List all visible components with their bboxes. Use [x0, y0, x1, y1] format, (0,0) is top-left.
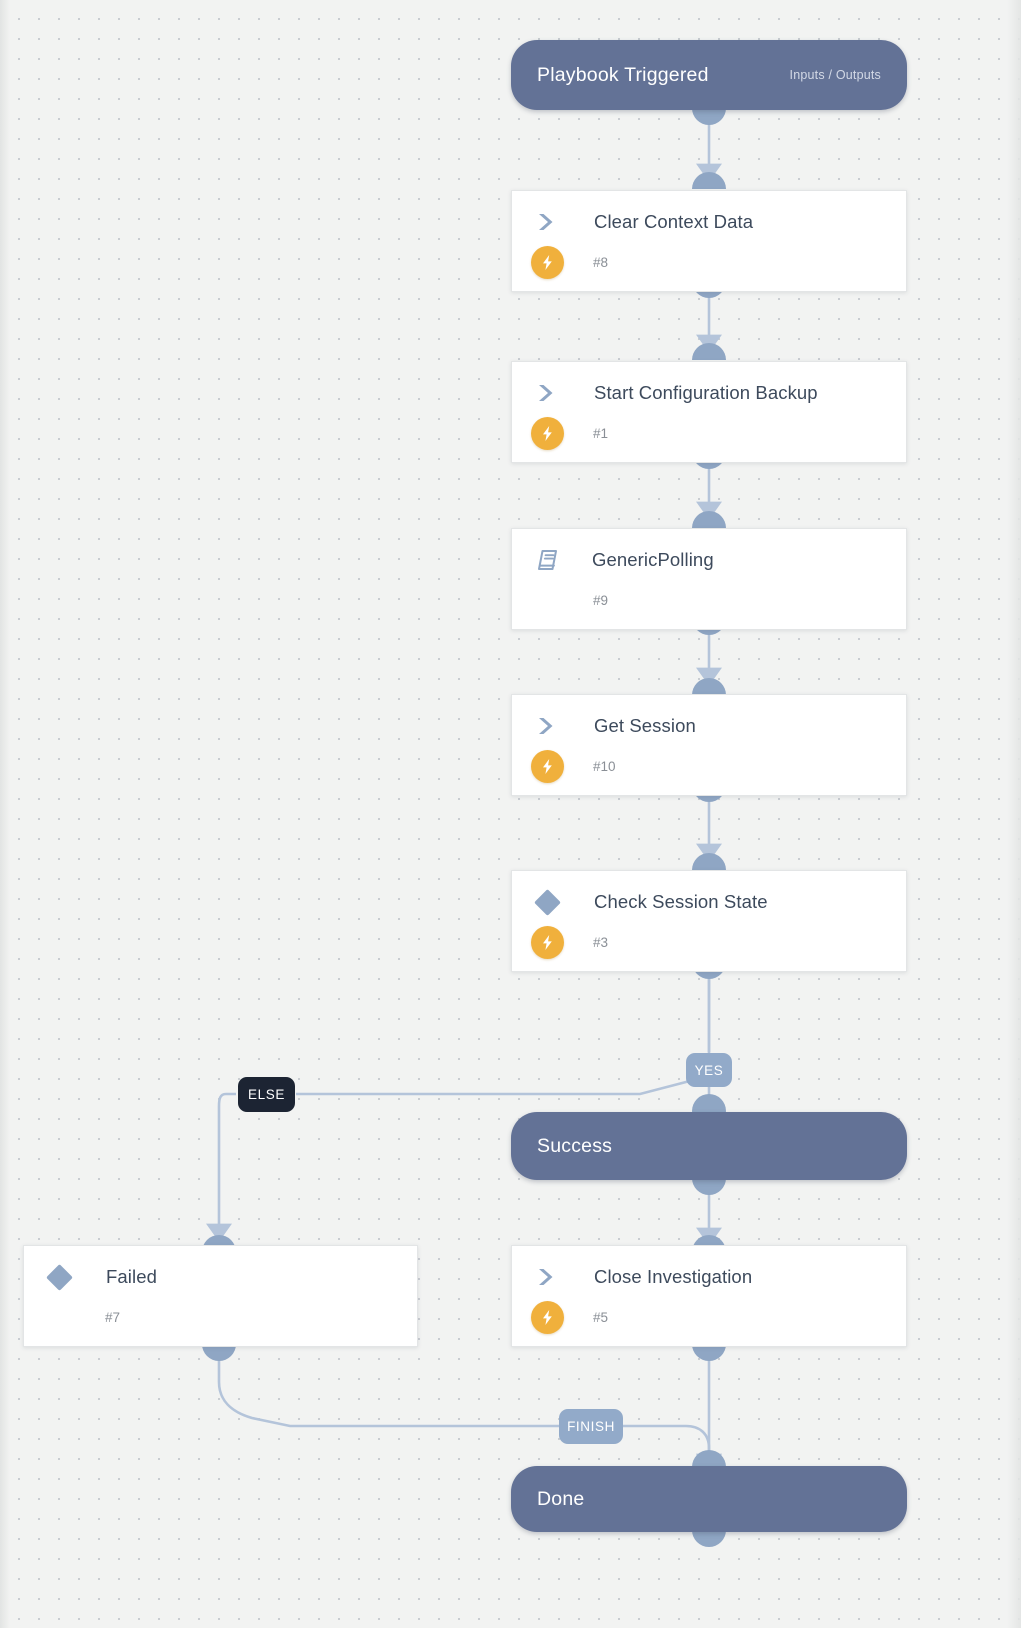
- edge-label-else[interactable]: ELSE: [238, 1077, 295, 1112]
- node-check-session-state[interactable]: Check Session State #3: [511, 870, 907, 972]
- node-number: #10: [593, 758, 616, 774]
- edge-label-yes[interactable]: YES: [686, 1053, 732, 1087]
- node-number: #3: [593, 934, 609, 950]
- bolt-placeholder: [531, 584, 564, 617]
- node-done[interactable]: Done: [511, 1466, 907, 1532]
- node-clear-context-data[interactable]: Clear Context Data #8: [511, 190, 907, 292]
- node-success[interactable]: Success: [511, 1112, 907, 1180]
- node-title: GenericPolling: [592, 549, 714, 570]
- edge-label-text: FINISH: [567, 1419, 615, 1434]
- edge-label-text: ELSE: [248, 1087, 285, 1102]
- node-start-configuration-backup[interactable]: Start Configuration Backup #1: [511, 361, 907, 463]
- automated-bolt-icon: [531, 1300, 564, 1334]
- card-footer: #5: [512, 1288, 906, 1346]
- node-title: Failed: [106, 1266, 157, 1287]
- edge-label-text: YES: [694, 1062, 724, 1078]
- card-footer: #8: [512, 233, 906, 291]
- node-title: Start Configuration Backup: [594, 382, 818, 403]
- card-footer: #9: [512, 571, 906, 629]
- node-title: Get Session: [594, 715, 696, 736]
- bolt-placeholder: [43, 1301, 76, 1334]
- node-number: #9: [593, 592, 609, 608]
- node-number: #8: [593, 254, 609, 270]
- node-failed[interactable]: Failed #7: [23, 1245, 418, 1347]
- node-generic-polling[interactable]: GenericPolling #9: [511, 528, 907, 630]
- inputs-outputs-label[interactable]: Inputs / Outputs: [790, 68, 881, 82]
- card-footer: #3: [512, 913, 906, 971]
- node-close-investigation[interactable]: Close Investigation #5: [511, 1245, 907, 1347]
- automated-bolt-icon: [531, 925, 564, 959]
- card-footer: #1: [512, 404, 906, 462]
- automated-bolt-icon: [531, 416, 564, 450]
- node-title: Playbook Triggered: [537, 63, 709, 86]
- node-number: #1: [593, 425, 609, 441]
- node-playbook-triggered[interactable]: Playbook Triggered Inputs / Outputs: [511, 40, 907, 110]
- node-title: Check Session State: [594, 891, 768, 912]
- card-footer: #10: [512, 737, 906, 795]
- node-title: Clear Context Data: [594, 211, 754, 232]
- node-title: Close Investigation: [594, 1266, 753, 1287]
- node-number: #7: [105, 1309, 121, 1325]
- automated-bolt-icon: [531, 245, 564, 279]
- node-get-session[interactable]: Get Session #10: [511, 694, 907, 796]
- card-footer: #7: [24, 1288, 417, 1346]
- node-title: Done: [537, 1487, 585, 1510]
- playbook-canvas[interactable]: Playbook Triggered Inputs / Outputs Clea…: [0, 0, 1021, 1628]
- automated-bolt-icon: [531, 749, 564, 783]
- edge-label-finish[interactable]: FINISH: [559, 1409, 623, 1444]
- node-title: Success: [537, 1134, 613, 1157]
- node-number: #5: [593, 1309, 609, 1325]
